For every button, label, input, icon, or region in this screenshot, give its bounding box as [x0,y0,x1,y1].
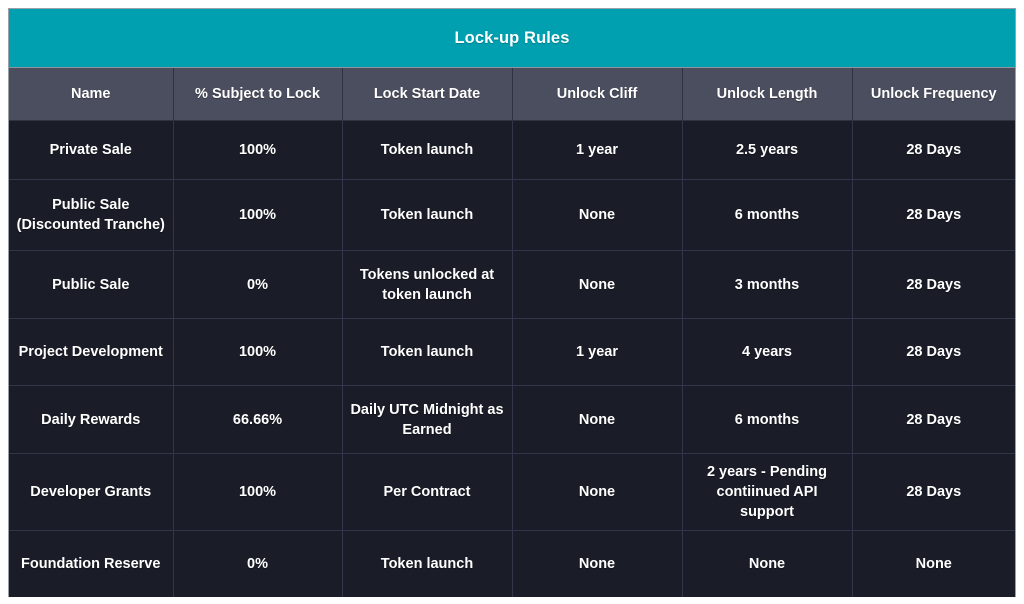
cell-lock-start-date: Token launch [342,121,512,180]
rules-grid: Name % Subject to Lock Lock Start Date U… [9,68,1015,597]
cell-name: Project Development [9,319,173,386]
cell-unlock-cliff: 1 year [512,319,682,386]
cell-unlock-length: 3 months [682,251,852,319]
cell-name: Private Sale [9,121,173,180]
column-header-unlock-cliff: Unlock Cliff [512,68,682,121]
cell-name: Public Sale (Discounted Tranche) [9,180,173,251]
cell-lock-start-date: Token launch [342,319,512,386]
table-row: Private Sale 100% Token launch 1 year 2.… [9,121,1015,180]
header-row: Name % Subject to Lock Lock Start Date U… [9,68,1015,121]
column-header-unlock-frequency: Unlock Frequency [852,68,1015,121]
table-header: Name % Subject to Lock Lock Start Date U… [9,68,1015,121]
cell-lock-start-date: Daily UTC Midnight as Earned [342,386,512,454]
cell-name: Foundation Reserve [9,531,173,597]
cell-unlock-length: None [682,531,852,597]
table-title-bar: Lock-up Rules [9,9,1015,68]
cell-unlock-cliff: None [512,386,682,454]
table-body: Private Sale 100% Token launch 1 year 2.… [9,121,1015,597]
cell-unlock-frequency: 28 Days [852,180,1015,251]
cell-lock-start-date: Per Contract [342,454,512,531]
cell-unlock-frequency: 28 Days [852,319,1015,386]
column-header-pct-subject: % Subject to Lock [173,68,342,121]
lockup-rules-table: Lock-up Rules Name % Subject to Lock Loc… [8,8,1016,597]
cell-pct-subject: 100% [173,319,342,386]
cell-unlock-length: 2.5 years [682,121,852,180]
cell-lock-start-date: Token launch [342,180,512,251]
cell-unlock-frequency: 28 Days [852,121,1015,180]
table-row: Public Sale (Discounted Tranche) 100% To… [9,180,1015,251]
cell-unlock-frequency: 28 Days [852,454,1015,531]
column-header-lock-start-date: Lock Start Date [342,68,512,121]
cell-unlock-frequency: 28 Days [852,386,1015,454]
table-row: Developer Grants 100% Per Contract None … [9,454,1015,531]
table-row: Foundation Reserve 0% Token launch None … [9,531,1015,597]
cell-unlock-length: 4 years [682,319,852,386]
cell-unlock-length: 6 months [682,180,852,251]
cell-unlock-frequency: None [852,531,1015,597]
cell-pct-subject: 100% [173,121,342,180]
cell-unlock-cliff: None [512,454,682,531]
cell-pct-subject: 100% [173,454,342,531]
cell-pct-subject: 100% [173,180,342,251]
cell-unlock-cliff: 1 year [512,121,682,180]
cell-unlock-length: 2 years - Pending contiinued API support [682,454,852,531]
cell-lock-start-date: Tokens unlocked at token launch [342,251,512,319]
column-header-unlock-length: Unlock Length [682,68,852,121]
page-root: Lock-up Rules Name % Subject to Lock Loc… [0,0,1024,604]
cell-unlock-cliff: None [512,180,682,251]
cell-name: Public Sale [9,251,173,319]
page-title: Lock-up Rules [455,29,570,48]
cell-name: Developer Grants [9,454,173,531]
table-row: Project Development 100% Token launch 1 … [9,319,1015,386]
table-row: Daily Rewards 66.66% Daily UTC Midnight … [9,386,1015,454]
column-header-name: Name [9,68,173,121]
cell-pct-subject: 0% [173,251,342,319]
cell-name: Daily Rewards [9,386,173,454]
cell-unlock-cliff: None [512,251,682,319]
cell-unlock-cliff: None [512,531,682,597]
cell-unlock-frequency: 28 Days [852,251,1015,319]
table-row: Public Sale 0% Tokens unlocked at token … [9,251,1015,319]
cell-pct-subject: 0% [173,531,342,597]
cell-pct-subject: 66.66% [173,386,342,454]
cell-lock-start-date: Token launch [342,531,512,597]
cell-unlock-length: 6 months [682,386,852,454]
